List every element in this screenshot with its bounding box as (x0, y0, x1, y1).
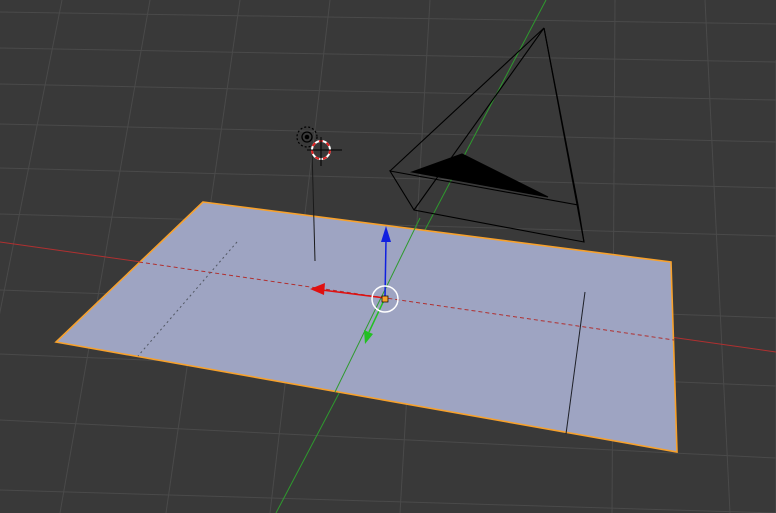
object-origin (381, 295, 389, 303)
gizmo-z-shaft (384, 239, 387, 299)
3d-viewport[interactable] (0, 0, 776, 513)
camera-up-triangle (409, 153, 549, 198)
viewport-canvas[interactable] (0, 0, 776, 513)
